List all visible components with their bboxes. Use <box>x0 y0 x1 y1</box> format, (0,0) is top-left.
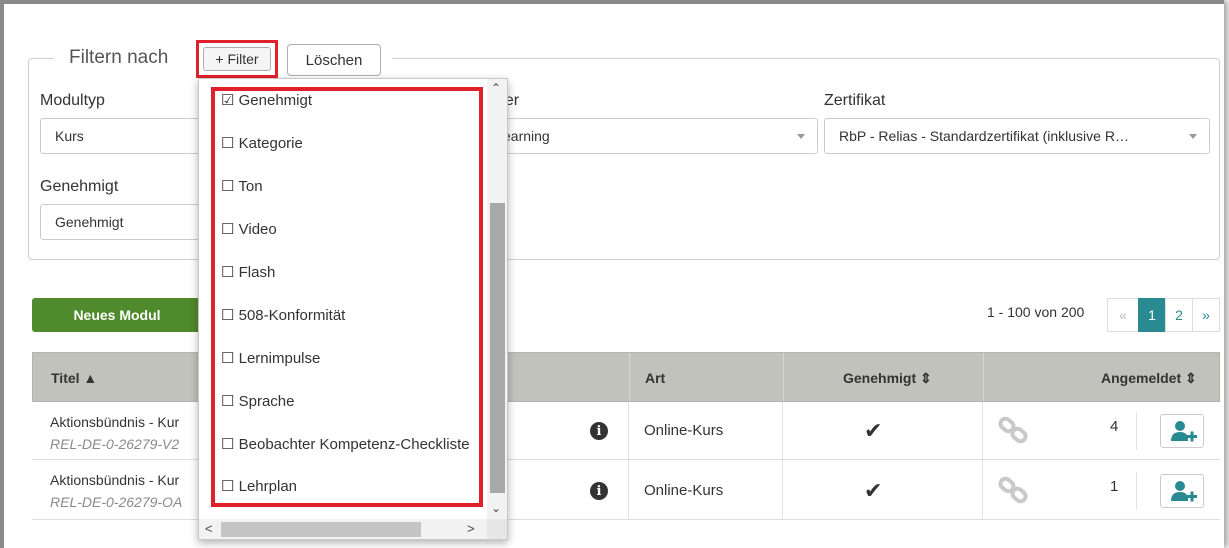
check-icon: ✔ <box>864 418 883 443</box>
row-art: Online-Kurs <box>644 482 724 499</box>
row-title[interactable]: Aktionsbündnis - Kur <box>50 414 179 430</box>
page-next[interactable]: » <box>1192 298 1220 332</box>
checkbox-icon[interactable]: ☐ <box>221 264 234 281</box>
pagination: « 1 2 » <box>1107 298 1220 332</box>
chevron-down-icon <box>797 134 805 139</box>
checkbox-icon[interactable]: ☐ <box>221 135 234 152</box>
enroll-user-button[interactable] <box>1160 474 1204 508</box>
option-label: Genehmigt <box>238 92 312 109</box>
row-code: REL-DE-0-26279-V2 <box>50 436 180 452</box>
genehmigt-value: Genehmigt <box>55 214 124 230</box>
column-angemeldet[interactable]: Angemeldet ⇕ <box>1101 370 1197 387</box>
modultyp-value: Kurs <box>55 128 84 144</box>
column-title[interactable]: Titel ▲ <box>51 370 97 386</box>
filter-option-beobachter[interactable]: ☐ Beobachter Kompetenz-Checkliste <box>221 435 483 453</box>
enrolled-count: 4 <box>1110 418 1119 435</box>
scrollbar-corner <box>487 519 507 539</box>
enroll-user-button[interactable] <box>1160 414 1204 448</box>
filter-option-flash[interactable]: ☐ Flash <box>221 263 483 281</box>
horizontal-scrollbar[interactable]: < > <box>199 519 487 539</box>
option-label: Flash <box>238 264 276 281</box>
page-2[interactable]: 2 <box>1165 298 1193 332</box>
scroll-thumb[interactable] <box>490 203 505 493</box>
checkbox-icon[interactable]: ☐ <box>221 393 234 410</box>
option-label: Beobachter Kompetenz-Checkliste <box>238 436 470 453</box>
filter-option-genehmigt[interactable]: ☑ Genehmigt <box>221 91 483 109</box>
scroll-left-icon[interactable]: < <box>205 521 213 536</box>
option-label: Video <box>238 221 277 238</box>
option-label: Sprache <box>238 393 295 410</box>
pagination-info: 1 - 100 von 200 <box>987 304 1085 320</box>
option-label: Lehrplan <box>238 478 298 495</box>
vertical-scrollbar[interactable]: ⌃ ⌄ <box>487 79 507 519</box>
count-divider <box>1136 412 1137 450</box>
genehmigt-label: Genehmigt <box>40 178 119 195</box>
scroll-thumb-horizontal[interactable] <box>221 522 421 537</box>
column-genehmigt[interactable]: Genehmigt ⇕ <box>843 370 932 387</box>
filter-option-sprache[interactable]: ☐ Sprache <box>221 392 483 410</box>
option-label: Ton <box>238 178 263 195</box>
cell-divider <box>982 460 983 519</box>
chevron-down-icon <box>1189 134 1197 139</box>
scroll-up-icon[interactable]: ⌃ <box>491 81 501 95</box>
filter-option-video[interactable]: ☐ Video <box>221 220 483 238</box>
cell-divider <box>628 460 629 519</box>
filter-option-lehrplan[interactable]: ☐ Lehrplan <box>221 477 483 495</box>
page-first[interactable]: « <box>1107 298 1139 332</box>
zertifikat-label: Zertifikat <box>824 92 886 109</box>
row-code: REL-DE-0-26279-OA <box>50 494 183 510</box>
filter-option-508[interactable]: ☐ 508-Konformität <box>221 306 483 324</box>
cell-divider <box>982 402 983 459</box>
add-user-icon <box>1171 481 1197 502</box>
info-icon[interactable]: i <box>590 482 608 500</box>
option-label: Kategorie <box>238 135 303 152</box>
checkbox-checked-icon[interactable]: ☑ <box>221 92 234 109</box>
new-module-button[interactable]: Neues Modul <box>32 298 202 332</box>
check-icon: ✔ <box>864 478 883 503</box>
link-icon[interactable] <box>997 476 1031 506</box>
scroll-down-icon[interactable]: ⌄ <box>491 501 501 515</box>
add-filter-label: + Filter <box>203 47 271 71</box>
cell-divider <box>782 460 783 519</box>
column-divider <box>783 353 784 401</box>
page-1[interactable]: 1 <box>1138 298 1166 332</box>
trainer-value: earning <box>503 128 550 144</box>
app-window: Filtern nach + Filter Löschen Modultyp K… <box>0 0 1224 548</box>
count-divider <box>1136 472 1137 510</box>
cell-divider <box>782 402 783 459</box>
filter-legend: Filtern nach <box>69 47 169 68</box>
checkbox-icon[interactable]: ☐ <box>221 350 234 367</box>
modultyp-label: Modultyp <box>40 92 105 109</box>
checkbox-icon[interactable]: ☐ <box>221 307 234 324</box>
zertifikat-value: RbP - Relias - Standardzertifikat (inklu… <box>839 128 1129 144</box>
add-user-icon <box>1171 421 1197 442</box>
zertifikat-select[interactable]: RbP - Relias - Standardzertifikat (inklu… <box>824 118 1210 154</box>
option-label: Lernimpulse <box>238 350 321 367</box>
row-art: Online-Kurs <box>644 422 724 439</box>
link-icon[interactable] <box>997 416 1031 446</box>
scroll-right-icon[interactable]: > <box>467 521 475 536</box>
cell-divider <box>628 402 629 459</box>
column-divider <box>983 353 984 401</box>
info-icon[interactable]: i <box>590 422 608 440</box>
row-title[interactable]: Aktionsbündnis - Kur <box>50 472 179 488</box>
filter-option-ton[interactable]: ☐ Ton <box>221 177 483 195</box>
checkbox-icon[interactable]: ☐ <box>221 178 234 195</box>
checkbox-icon[interactable]: ☐ <box>221 436 234 453</box>
column-divider <box>629 353 630 401</box>
clear-button[interactable]: Löschen <box>287 44 381 76</box>
column-art[interactable]: Art <box>645 370 665 386</box>
add-filter-button[interactable]: + Filter <box>196 40 278 78</box>
checkbox-icon[interactable]: ☐ <box>221 221 234 238</box>
checkbox-icon[interactable]: ☐ <box>221 478 234 495</box>
filter-dropdown: ☑ Genehmigt ☐ Kategorie ☐ Ton ☐ Video ☐ … <box>198 78 508 540</box>
enrolled-count: 1 <box>1110 478 1119 495</box>
option-label: 508-Konformität <box>238 307 346 324</box>
filter-option-kategorie[interactable]: ☐ Kategorie <box>221 134 483 152</box>
filter-option-lernimpulse[interactable]: ☐ Lernimpulse <box>221 349 483 367</box>
